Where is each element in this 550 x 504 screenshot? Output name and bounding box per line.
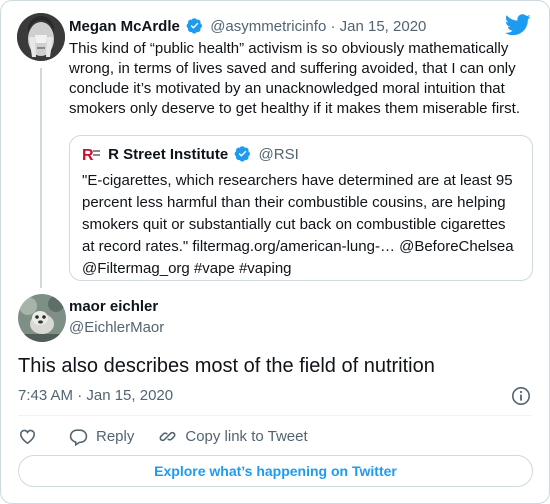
reply-icon [69,428,88,446]
quoted-author-name[interactable]: R Street Institute [108,146,228,163]
tweet-text-line: wrong, in terms of lives saved and suffe… [69,60,516,77]
author-handle[interactable]: @asymmetricinfo [210,18,326,35]
tweet-text-line: smokers only deserve to get healthy if i… [69,100,521,117]
like-button[interactable] [18,427,37,446]
quoted-text-line: percent less harmful than their combusti… [82,194,506,211]
info-icon[interactable] [511,386,531,406]
heart-icon [19,429,36,444]
link-icon [159,431,176,441]
reply-button[interactable]: Reply [69,427,134,446]
header-separator: · [330,18,336,35]
reply-avatar[interactable] [18,294,66,342]
tweet-text-line: conclude it’s motivated by an unacknowle… [69,80,505,97]
quoted-tweet-text: "E-cigarettes, which researchers have de… [82,170,528,280]
thread-connector-line [40,68,42,288]
reply-button-label: Reply [96,427,135,445]
verified-badge-icon [186,18,202,34]
reply-author-name[interactable]: maor eichler [69,297,158,317]
reply-timestamp[interactable]: 7:43 AM · Jan 15, 2020 [18,386,173,406]
twitter-bird-icon[interactable] [505,14,531,36]
reply-text: This also describes most of the field of… [18,355,435,377]
tweet-date[interactable]: Jan 15, 2020 [340,18,427,35]
action-bar: Reply Copy link to Tweet [18,425,332,447]
quoted-text-line: smokers quit or substantially cut back o… [82,216,506,233]
divider [18,415,532,416]
quoted-tweet-header: R R Street Institute @RSI [82,145,299,165]
verified-badge-icon [234,146,251,162]
rsi-logo: R [82,145,100,164]
reply-author-handle[interactable]: @EichlerMaor [69,318,164,338]
quoted-text-line: @Filtermag_org #vape #vaping [82,260,292,277]
copy-link-label: Copy link to Tweet [185,427,308,445]
quoted-tweet[interactable]: R R Street Institute @RSI "E-cigarettes,… [69,135,533,281]
quoted-text-line: "E-cigarettes, which researchers have de… [82,172,513,189]
rsi-logo-letter: R [82,147,94,163]
embedded-tweet-card: Megan McArdle @asymmetricinfo · Jan 15, … [0,0,550,504]
tweet-header: Megan McArdle @asymmetricinfo · Jan 15, … [69,17,426,37]
quoted-author-handle[interactable]: @RSI [259,146,299,163]
tweet-text: This kind of “public health” activism is… [69,39,521,119]
quoted-text-line: at record rates." filtermag.org/american… [82,238,514,255]
avatar[interactable] [17,13,65,61]
tweet-text-line: This kind of “public health” activism is… [69,40,509,57]
author-name[interactable]: Megan McArdle [69,18,180,35]
explore-twitter-button[interactable]: Explore what’s happening on Twitter [18,455,533,487]
copy-link-button[interactable]: Copy link to Tweet [158,427,308,446]
